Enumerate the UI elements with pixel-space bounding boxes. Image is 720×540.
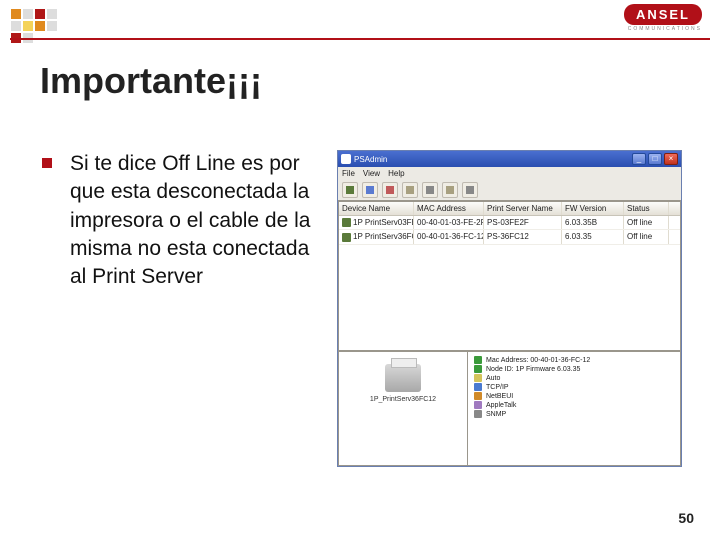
tree-icon [474, 365, 482, 373]
tree-icon [474, 401, 482, 409]
bullet-square-icon [42, 158, 52, 168]
window-title: PSAdmin [354, 155, 387, 164]
toolbar-button-2[interactable] [362, 182, 378, 198]
col-fw[interactable]: FW Version [562, 202, 624, 215]
minimize-button[interactable]: _ [632, 153, 646, 165]
cell-device: 1P PrintServ36FC12 [353, 232, 414, 241]
toolbar-button-5[interactable] [422, 182, 438, 198]
table-header: Device Name MAC Address Print Server Nam… [339, 202, 680, 216]
app-icon [341, 154, 351, 164]
slide-title: Importante¡¡¡ [40, 60, 262, 102]
menu-view[interactable]: View [363, 169, 380, 178]
menu-help[interactable]: Help [388, 169, 404, 178]
device-icon [342, 218, 351, 227]
brand-sub: COMMUNICATIONS [624, 26, 702, 32]
cell-device: 1P PrintServ03FE2F [353, 218, 414, 227]
menubar: File View Help [338, 167, 681, 180]
toolbar-button-3[interactable] [382, 182, 398, 198]
menu-file[interactable]: File [342, 169, 355, 178]
window-titlebar[interactable]: PSAdmin _ □ × [338, 151, 681, 167]
prop-mac: Mac Address: 00-40-01-36-FC-12 [474, 356, 674, 364]
toolbar [338, 180, 681, 201]
bullet-column [42, 150, 60, 467]
table-row[interactable]: 1P PrintServ36FC12 00-40-01-36-FC-12 PS-… [339, 230, 680, 244]
maximize-button[interactable]: □ [648, 153, 662, 165]
tree-icon [474, 356, 482, 364]
tree-icon [474, 392, 482, 400]
tree-icon [474, 374, 482, 382]
cell-psname: PS-36FC12 [484, 230, 562, 243]
bullet-text: Si te dice Off Line es por que esta desc… [70, 150, 327, 467]
device-icon [342, 233, 351, 242]
detail-right: Mac Address: 00-40-01-36-FC-12 Node ID: … [468, 352, 681, 466]
close-button[interactable]: × [664, 153, 678, 165]
tree-icon [474, 410, 482, 418]
slide-header: ANSEL COMMUNICATIONS [0, 0, 720, 40]
cell-mac: 00-40-01-36-FC-12 [414, 230, 484, 243]
col-status[interactable]: Status [624, 202, 669, 215]
cell-psname: PS-03FE2F [484, 216, 562, 229]
psadmin-window: PSAdmin _ □ × File View Help Device Name… [337, 150, 682, 467]
prop-netbeui: NetBEUI [474, 392, 674, 400]
cell-fw: 6.03.35B [562, 216, 624, 229]
prop-tcpip: TCP/IP [474, 383, 674, 391]
col-psname[interactable]: Print Server Name [484, 202, 562, 215]
header-divider [10, 38, 710, 40]
selected-device-label: 1P_PrintServ36FC12 [343, 396, 463, 403]
toolbar-button-1[interactable] [342, 182, 358, 198]
detail-left: 1P_PrintServ36FC12 [338, 352, 468, 466]
toolbar-button-7[interactable] [462, 182, 478, 198]
table-row[interactable]: 1P PrintServ03FE2F 00-40-01-03-FE-2F PS-… [339, 216, 680, 230]
prop-node: Node ID: 1P Firmware 6.03.35 [474, 365, 674, 373]
page-number: 50 [678, 510, 694, 526]
cell-fw: 6.03.35 [562, 230, 624, 243]
toolbar-button-4[interactable] [402, 182, 418, 198]
toolbar-button-6[interactable] [442, 182, 458, 198]
col-mac[interactable]: MAC Address [414, 202, 484, 215]
tree-icon [474, 383, 482, 391]
col-device[interactable]: Device Name [339, 202, 414, 215]
prop-appletalk: AppleTalk [474, 401, 674, 409]
cell-status: Off line [624, 230, 669, 243]
prop-snmp: SNMP [474, 410, 674, 418]
printer-icon [385, 364, 421, 392]
cell-status: Off line [624, 216, 669, 229]
cell-mac: 00-40-01-03-FE-2F [414, 216, 484, 229]
prop-auto: Auto [474, 374, 674, 382]
detail-pane: 1P_PrintServ36FC12 Mac Address: 00-40-01… [338, 351, 681, 466]
brand-name: ANSEL [624, 4, 702, 25]
device-table: Device Name MAC Address Print Server Nam… [338, 201, 681, 351]
brand: ANSEL COMMUNICATIONS [624, 4, 702, 32]
